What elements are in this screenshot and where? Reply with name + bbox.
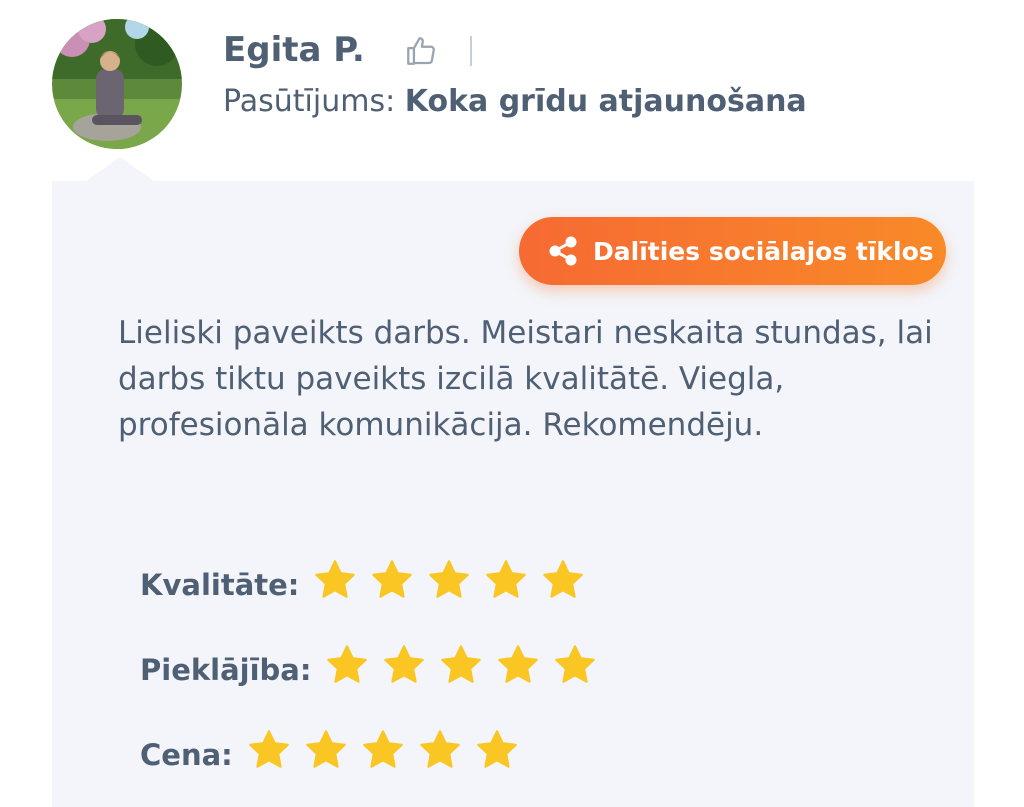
- star-icon: [486, 560, 527, 598]
- star-icon: [498, 645, 539, 683]
- star-icon: [362, 730, 403, 768]
- share-button-label: Dalīties sociālajos tīklos: [593, 236, 934, 266]
- order-line: Pasūtījums: Koka grīdu atjaunošana: [223, 80, 807, 124]
- share-icon: [549, 236, 577, 266]
- star-icon: [372, 560, 413, 598]
- header-divider: [470, 36, 472, 66]
- star-icon: [315, 560, 356, 598]
- rating-row-quality: Kvalitāte:: [140, 555, 598, 605]
- star-icon: [248, 730, 289, 768]
- star-icon: [543, 560, 584, 598]
- rating-stars-politeness: [325, 643, 610, 687]
- star-icon: [476, 730, 517, 768]
- rating-row-price: Cena:: [140, 725, 532, 775]
- star-icon: [305, 730, 346, 768]
- star-icon: [327, 645, 368, 683]
- thumbs-up-icon[interactable]: [404, 34, 438, 68]
- review-page: Egita P. Pasūtījums: Koka grīdu atjaunoš…: [0, 0, 1024, 807]
- star-icon: [441, 645, 482, 683]
- card-pointer: [86, 157, 154, 181]
- rating-label-price: Cena:: [140, 738, 233, 772]
- share-button[interactable]: Dalīties sociālajos tīklos: [519, 217, 946, 285]
- rating-label-politeness: Pieklājība:: [140, 653, 312, 687]
- avatar-photo: [52, 19, 182, 149]
- review-text: Lieliski paveikts darbs. Meistari neskai…: [118, 315, 933, 443]
- order-label: Pasūtījums:: [223, 84, 396, 119]
- rating-stars-quality: [313, 558, 598, 602]
- star-icon: [555, 645, 596, 683]
- star-icon: [384, 645, 425, 683]
- rating-stars-price: [247, 728, 532, 772]
- avatar: [52, 19, 182, 149]
- star-icon: [419, 730, 460, 768]
- rating-label-quality: Kvalitāte:: [140, 568, 300, 602]
- star-icon: [429, 560, 470, 598]
- reviewer-name: Egita P.: [223, 30, 365, 70]
- rating-row-politeness: Pieklājība:: [140, 640, 610, 690]
- order-value: Koka grīdu atjaunošana: [404, 84, 807, 119]
